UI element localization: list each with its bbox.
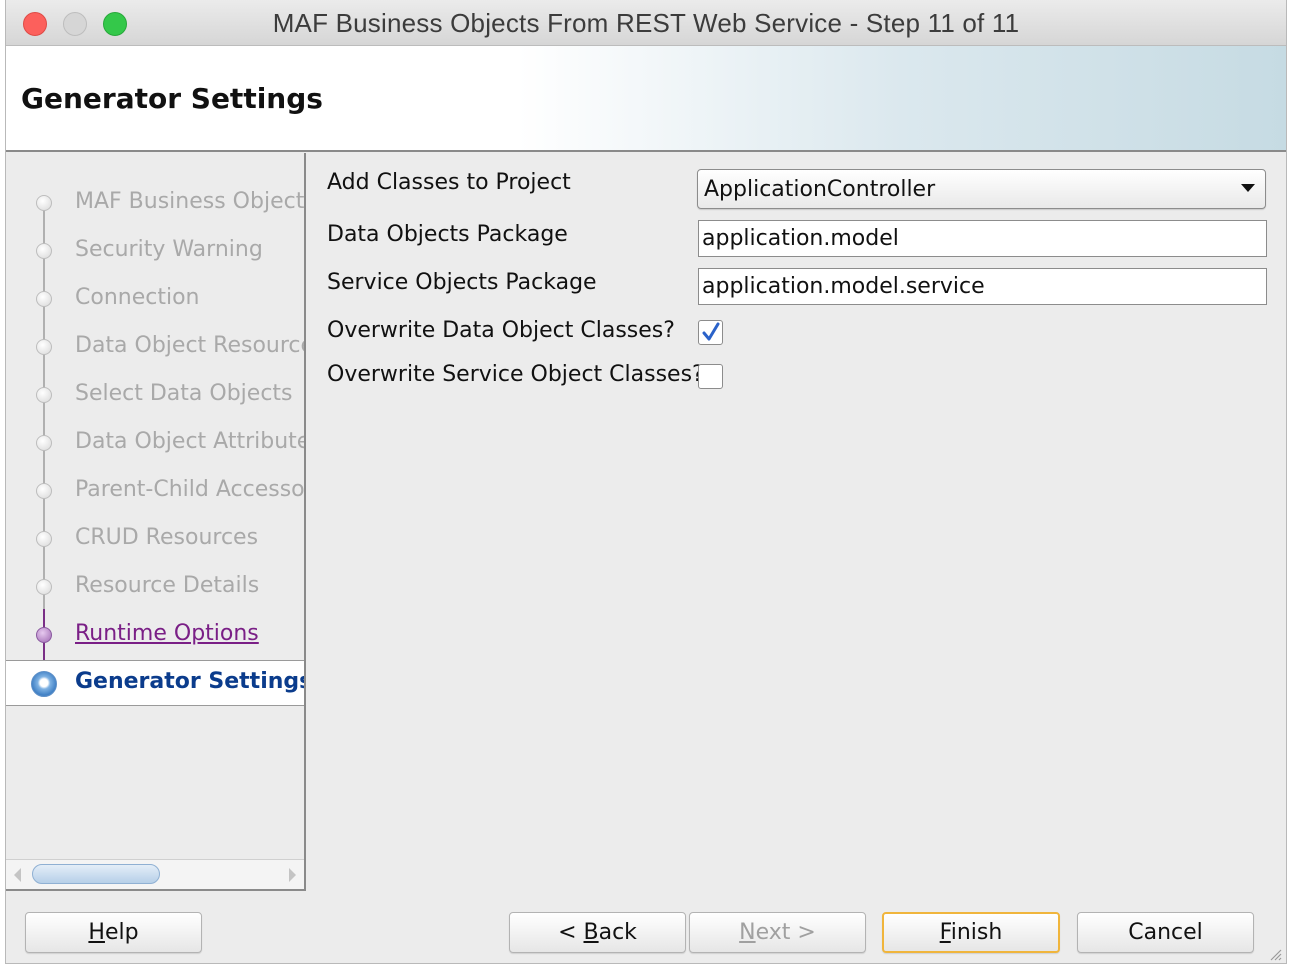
step-pending-icon [36,387,52,403]
add-classes-label: Add Classes to Project [327,170,571,195]
nav-step-label: Generator Settings [75,669,306,694]
help-label: elp [104,920,139,945]
step-pending-icon [36,483,52,499]
back-button[interactable]: < Back [509,912,686,953]
nav-horizontal-scrollbar[interactable] [6,859,304,889]
next-mnemonic: N [739,920,756,945]
nav-step-label: Resource Details [75,573,260,598]
nav-step-label: Connection [75,285,200,310]
step-pending-icon [36,435,52,451]
service-package-input[interactable]: application.model.service [698,268,1267,305]
step-visited-icon [36,627,52,643]
nav-step-label: Runtime Options [75,621,259,646]
nav-step-label: Select Data Objects [75,381,293,406]
back-label: ack [598,920,637,945]
help-button[interactable]: Help [25,912,202,953]
page-title: Generator Settings [21,82,323,115]
wizard-window: MAF Business Objects From REST Web Servi… [5,0,1287,964]
nav-step-data-object-attributes[interactable]: Data Object Attributes [6,421,304,465]
next-button[interactable]: Next > [689,912,866,953]
step-current-icon [31,671,57,697]
finish-mnemonic: F [939,920,951,945]
service-package-label: Service Objects Package [327,270,597,295]
data-package-label: Data Objects Package [327,222,568,247]
nav-step-runtime-options[interactable]: Runtime Options [6,613,304,657]
chevron-down-icon [1241,184,1255,192]
title-bar: MAF Business Objects From REST Web Servi… [6,0,1286,46]
step-pending-icon [36,291,52,307]
add-classes-selected-value: ApplicationController [704,177,936,202]
wizard-step-navigator: MAF Business Objects Security Warning Co… [6,153,306,891]
data-package-input[interactable]: application.model [698,220,1267,257]
overwrite-service-label: Overwrite Service Object Classes? [327,362,704,387]
nav-step-security-warning[interactable]: Security Warning [6,229,304,273]
step-pending-icon [36,243,52,259]
help-mnemonic: H [88,920,105,945]
scroll-left-icon[interactable] [14,868,21,882]
service-package-value: application.model.service [702,274,985,299]
scrollbar-thumb[interactable] [32,864,160,884]
nav-step-label: CRUD Resources [75,525,259,550]
overwrite-data-checkbox[interactable] [698,320,723,345]
nav-step-data-object-resource[interactable]: Data Object Resource [6,325,304,369]
nav-step-connection[interactable]: Connection [6,277,304,321]
nav-step-label: Data Object Attributes [75,429,306,454]
add-classes-select[interactable]: ApplicationController [697,169,1266,209]
back-mnemonic: B [583,920,599,945]
back-prefix: < [558,920,584,945]
scroll-right-icon[interactable] [289,868,296,882]
finish-label: inish [950,920,1003,945]
resize-grip-icon[interactable] [1266,945,1282,961]
finish-button[interactable]: Finish [882,912,1060,953]
window-title: MAF Business Objects From REST Web Servi… [272,8,1020,38]
step-pending-icon [36,579,52,595]
nav-step-parent-child-accessor[interactable]: Parent-Child Accessor [6,469,304,513]
next-label: ext > [755,920,816,945]
nav-step-label: Security Warning [75,237,263,262]
step-pending-icon [36,339,52,355]
step-pending-icon [36,531,52,547]
nav-step-label: Parent-Child Accessor [75,477,306,502]
nav-step-label: MAF Business Objects [75,189,306,214]
step-pending-icon [36,195,52,211]
cancel-button[interactable]: Cancel [1077,912,1254,953]
overwrite-data-label: Overwrite Data Object Classes? [327,318,675,343]
data-package-value: application.model [702,226,899,251]
checkmark-icon [702,322,720,341]
wizard-header: Generator Settings [6,46,1286,152]
nav-step-generator-settings[interactable]: Generator Settings [6,660,304,706]
nav-step-crud-resources[interactable]: CRUD Resources [6,517,304,561]
generator-settings-form: Add Classes to Project ApplicationContro… [308,153,1286,891]
nav-step-maf-business-objects[interactable]: MAF Business Objects [6,181,304,225]
overwrite-service-checkbox[interactable] [698,364,723,389]
nav-step-select-data-objects[interactable]: Select Data Objects [6,373,304,417]
nav-step-resource-details[interactable]: Resource Details [6,565,304,609]
nav-step-label: Data Object Resource [75,333,306,358]
